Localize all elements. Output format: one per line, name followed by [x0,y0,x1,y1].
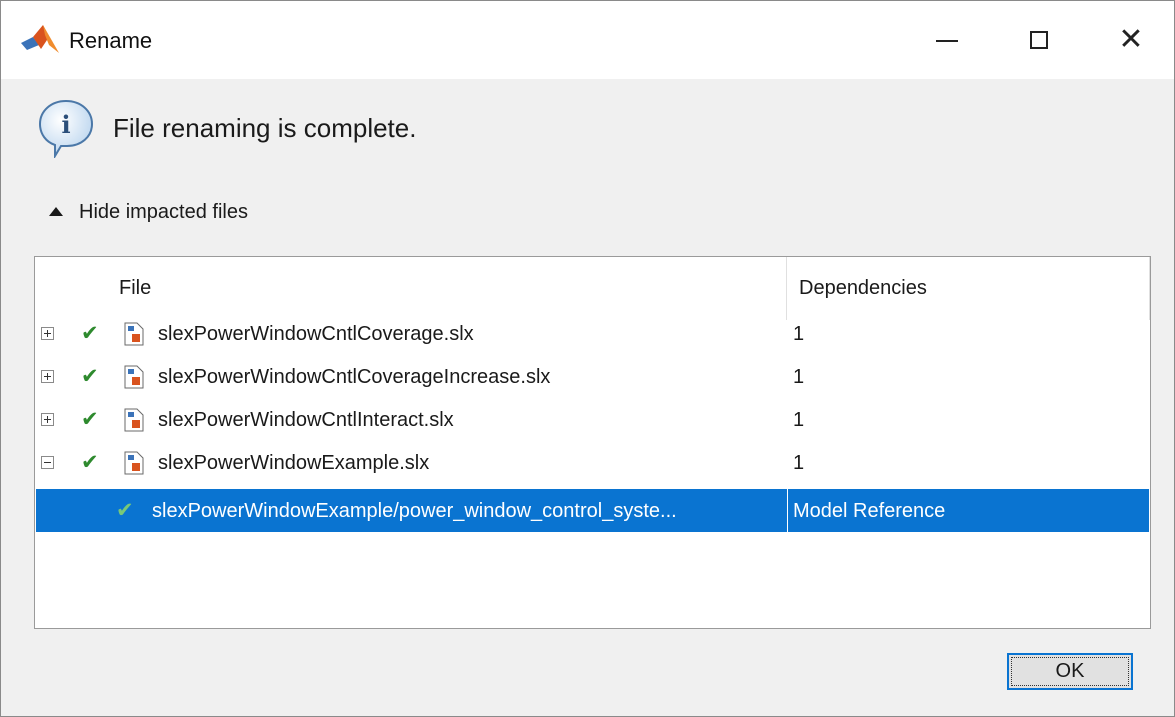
dependency-count: 1 [793,409,805,431]
column-divider[interactable] [786,257,787,320]
expand-icon[interactable] [41,413,54,426]
table-row[interactable]: ✔ slexPowerWindowCntlCoverage.slx 1 [36,312,1149,355]
file-name: slexPowerWindowExample.slx [158,452,430,474]
svg-text:i: i [61,110,70,139]
column-header-dependencies[interactable]: Dependencies [799,277,927,300]
dependency-type: Model Reference [793,500,946,522]
rename-dialog: Rename ✕ i File renaming is complete. Hi… [0,0,1175,717]
triangle-up-icon [49,206,63,216]
title-bar[interactable]: Rename ✕ [1,1,1174,79]
table-row[interactable]: ✔ slexPowerWindowCntlInteract.slx 1 [36,398,1149,441]
focus-ring [1011,657,1129,686]
dependency-count: 1 [793,452,805,474]
check-icon: ✔ [81,364,99,388]
status-message: File renaming is complete. [113,113,417,143]
dependency-path: slexPowerWindowExample/power_window_cont… [152,500,677,522]
check-icon: ✔ [81,321,99,345]
column-divider [787,489,788,532]
simulink-file-icon [124,322,144,346]
file-name: slexPowerWindowCntlInteract.slx [158,409,454,431]
check-icon: ✔ [81,407,99,431]
maximize-icon [1030,31,1048,49]
close-icon: ✕ [1118,22,1144,57]
dependency-count: 1 [793,366,805,388]
simulink-file-icon [124,451,144,475]
window-title: Rename [69,28,153,53]
hide-impacted-files-toggle[interactable]: Hide impacted files [49,197,248,227]
ok-button[interactable]: OK [1007,653,1133,690]
simulink-file-icon [124,365,144,389]
column-header-file[interactable]: File [119,277,151,300]
file-name: slexPowerWindowCntlCoverageIncrease.slx [158,366,551,388]
dependency-count: 1 [793,323,805,345]
file-name: slexPowerWindowCntlCoverage.slx [158,323,474,345]
table-row-child-selected[interactable]: ✔ slexPowerWindowExample/power_window_co… [36,489,1149,532]
simulink-file-icon [124,408,144,432]
close-button[interactable]: ✕ [1085,1,1175,79]
impacted-files-table[interactable]: File Dependencies ✔ slexPowerWindowCntlC… [34,256,1151,629]
table-header: File Dependencies [35,257,1150,320]
info-icon: i [38,99,94,158]
table-row[interactable]: ✔ slexPowerWindowCntlCoverageIncrease.sl… [36,355,1149,398]
maximize-button[interactable] [993,1,1085,79]
column-divider[interactable] [1149,257,1150,320]
matlab-logo-icon [21,25,59,53]
check-icon: ✔ [81,450,99,474]
table-row[interactable]: ✔ slexPowerWindowExample.slx 1 [36,441,1149,484]
minimize-button[interactable] [901,1,993,79]
minimize-icon [936,40,958,42]
collapse-icon[interactable] [41,456,54,469]
expand-icon[interactable] [41,370,54,383]
expand-icon[interactable] [41,327,54,340]
toggle-label: Hide impacted files [79,200,248,223]
check-icon: ✔ [116,498,134,522]
